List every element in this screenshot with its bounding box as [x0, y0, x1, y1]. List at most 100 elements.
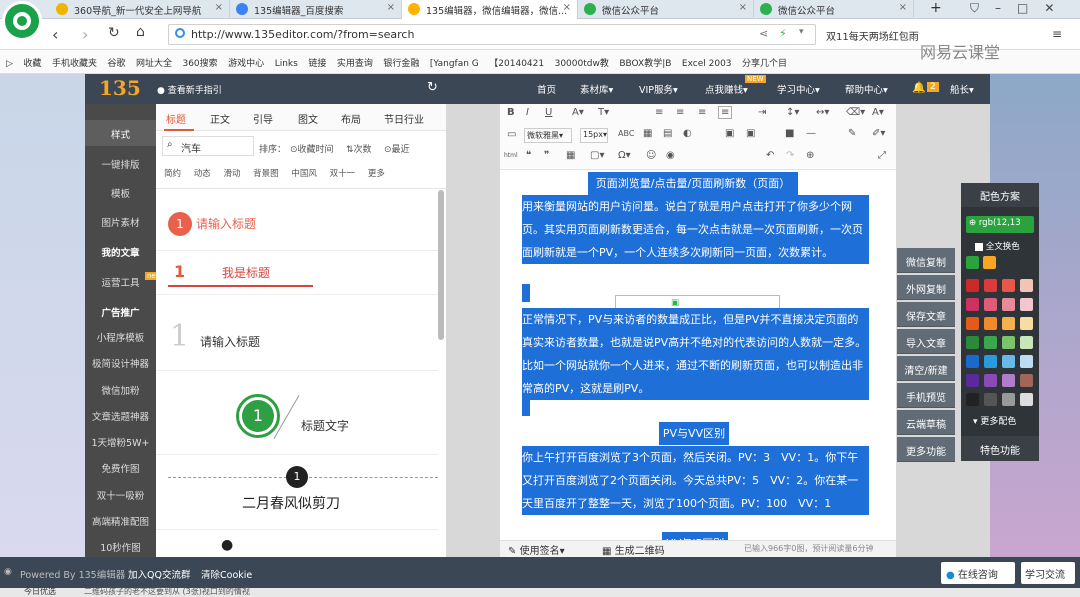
rgb-input[interactable]: ⊕ rgb(12,13	[966, 216, 1034, 233]
style-sample-4[interactable]: 1 标题文字	[236, 394, 416, 444]
align-left-icon[interactable]: ≡	[655, 107, 663, 118]
clear-new-button[interactable]: 清空/新建	[897, 356, 955, 381]
color-swatch[interactable]	[984, 317, 997, 330]
filter-tag[interactable]: 简约	[164, 169, 181, 179]
color-swatch[interactable]	[1002, 355, 1015, 368]
minimize-icon[interactable]: –	[995, 1, 1017, 15]
color-swatch[interactable]	[966, 256, 979, 269]
style-sample-3[interactable]: 1 请输入标题	[168, 319, 428, 359]
sidebar-item-double11[interactable]: 双十一吸粉	[85, 488, 156, 502]
video-icon[interactable]: ■	[785, 128, 794, 139]
color-swatch[interactable]	[1020, 298, 1033, 311]
font-size-select[interactable]: 15px▾	[580, 128, 608, 143]
clear-cookie-link[interactable]: 清除Cookie	[201, 567, 252, 581]
nav-materials[interactable]: 素材库▾	[580, 82, 613, 96]
nav-vip[interactable]: VIP服务▾	[639, 82, 678, 96]
sort-by-recent[interactable]: ⊙最近	[384, 142, 410, 155]
back-icon[interactable]: ‹	[52, 25, 58, 44]
nav-help[interactable]: 帮助中心▾	[845, 82, 888, 96]
frame-icon[interactable]: ▢▾	[590, 150, 604, 161]
filter-tag[interactable]: 双十一	[330, 169, 356, 179]
font-size-icon[interactable]: A▾	[872, 107, 884, 118]
sidebar-item-my-articles[interactable]: 我的文章	[85, 245, 156, 259]
color-swatch[interactable]	[984, 393, 997, 406]
lightning-icon[interactable]: ⚡	[779, 27, 787, 40]
color-swatch[interactable]	[1020, 336, 1033, 349]
color-swatch[interactable]	[966, 298, 979, 311]
tab-close-icon[interactable]: ×	[215, 2, 223, 13]
style-sample-1[interactable]: 1 请输入标题	[168, 210, 428, 238]
color-swatch[interactable]	[1020, 279, 1033, 292]
qrcode-button[interactable]: ▦ 生成二维码	[602, 542, 665, 557]
tab-layout[interactable]: 布局	[341, 111, 361, 126]
tab-wechat-mp-2[interactable]: 微信公众平台 ×	[754, 0, 914, 19]
bookmark-item[interactable]: 【20140421	[489, 56, 544, 69]
justify-icon[interactable]: ≡	[718, 106, 733, 119]
url-field[interactable]: http://www.135editor.com/?from=search ⋖ …	[168, 24, 816, 45]
filter-tag[interactable]: 滑动	[223, 169, 240, 179]
style-search-input[interactable]: ⌕ 汽车	[162, 136, 254, 156]
bookmark-item[interactable]: Links	[275, 59, 298, 69]
sidebar-item-images[interactable]: 图片素材	[85, 215, 156, 229]
sidebar-item-style[interactable]: 样式	[85, 120, 156, 146]
external-copy-button[interactable]: 外网复制	[897, 275, 955, 300]
new-tab-button[interactable]: +	[930, 0, 942, 16]
editor-content[interactable]: 页面浏览量/点击量/页面刷新数（页面） 用来衡量网站的用户访问量。说白了就是用户…	[500, 170, 896, 540]
quote-icon[interactable]: ❝	[526, 150, 531, 161]
tab-close-icon[interactable]: ×	[387, 2, 395, 13]
site-logo[interactable]: 135	[99, 76, 141, 100]
color-swatch[interactable]	[983, 256, 996, 269]
font-color-icon[interactable]: A▾	[572, 107, 584, 118]
eraser-icon[interactable]: ✎	[848, 128, 856, 139]
bookmark-item[interactable]: [Yangfan G	[430, 59, 479, 69]
tab-close-icon[interactable]: ×	[739, 2, 747, 13]
grid-icon[interactable]: ▤	[663, 128, 672, 139]
tab-135editor[interactable]: 135编辑器，微信编辑器，微信... ×	[402, 0, 578, 19]
full-text-recolor-checkbox[interactable]: 全文换色	[975, 240, 1020, 252]
preview-icon[interactable]: ⊕	[806, 150, 814, 161]
color-swatch[interactable]	[966, 317, 979, 330]
color-swatch[interactable]	[984, 355, 997, 368]
bell-icon[interactable]: 🔔	[912, 81, 926, 94]
color-swatch[interactable]	[1002, 298, 1015, 311]
color-swatch[interactable]	[1002, 279, 1015, 292]
bookmark-item[interactable]: 实用查询	[337, 56, 373, 69]
code-icon[interactable]: ▦	[566, 150, 575, 161]
letter-spacing-icon[interactable]: ↔▾	[816, 107, 829, 118]
learning-exchange-button[interactable]: 学习交流	[1021, 562, 1075, 584]
sidebar-item-topic[interactable]: 文章选题神器	[85, 409, 156, 423]
align-center-icon[interactable]: ≡	[676, 107, 684, 118]
bold-icon[interactable]: B	[507, 107, 515, 118]
italic-icon[interactable]: I	[526, 107, 529, 118]
bookmark-item[interactable]: 游戏中心	[228, 56, 264, 69]
bookmark-item[interactable]: 360搜索	[182, 56, 217, 69]
special-char-icon[interactable]: Ω▾	[618, 150, 631, 161]
sidebar-item-quick-drawing[interactable]: 10秒作图	[85, 540, 156, 554]
style-sample-2[interactable]: 1 我是标题	[168, 260, 438, 290]
sidebar-item-mini-program[interactable]: 小程序模板	[85, 330, 156, 344]
bookmark-item[interactable]: 分享几个目	[742, 56, 787, 69]
sort-by-count[interactable]: ⇅次数	[346, 142, 372, 155]
sync-icon[interactable]: ↻	[427, 80, 438, 95]
color-swatch[interactable]	[984, 374, 997, 387]
bookmark-item[interactable]: 谷歌	[107, 56, 125, 69]
bookmark-toggle-icon[interactable]: ▷	[6, 59, 13, 69]
map-icon[interactable]: ◉	[666, 150, 675, 161]
bookmark-item[interactable]: BBOX教学|B	[619, 56, 671, 69]
redo-icon[interactable]: ↷	[786, 150, 794, 161]
menu-icon[interactable]: ≡	[1052, 27, 1062, 41]
style-sample-5[interactable]: 1 二月春风似剪刀	[168, 466, 438, 516]
indent-icon[interactable]: ⇥	[758, 107, 766, 118]
color-swatch[interactable]	[1002, 317, 1015, 330]
sidebar-item-template[interactable]: 模板	[85, 186, 156, 200]
cloud-drafts-button[interactable]: 云端草稿	[897, 410, 955, 435]
save-article-button[interactable]: 保存文章	[897, 302, 955, 327]
guide-link[interactable]: ● 查看新手指引	[157, 83, 222, 96]
brush-icon[interactable]: ✐▾	[872, 128, 885, 139]
more-colors-link[interactable]: ▾ 更多配色	[973, 414, 1016, 427]
color-swatch[interactable]	[1020, 374, 1033, 387]
sidebar-item-growth[interactable]: 1天增粉5W+	[85, 435, 156, 449]
color-swatch[interactable]	[966, 279, 979, 292]
color-swatch[interactable]	[1020, 393, 1033, 406]
html-icon[interactable]: html	[504, 152, 518, 159]
